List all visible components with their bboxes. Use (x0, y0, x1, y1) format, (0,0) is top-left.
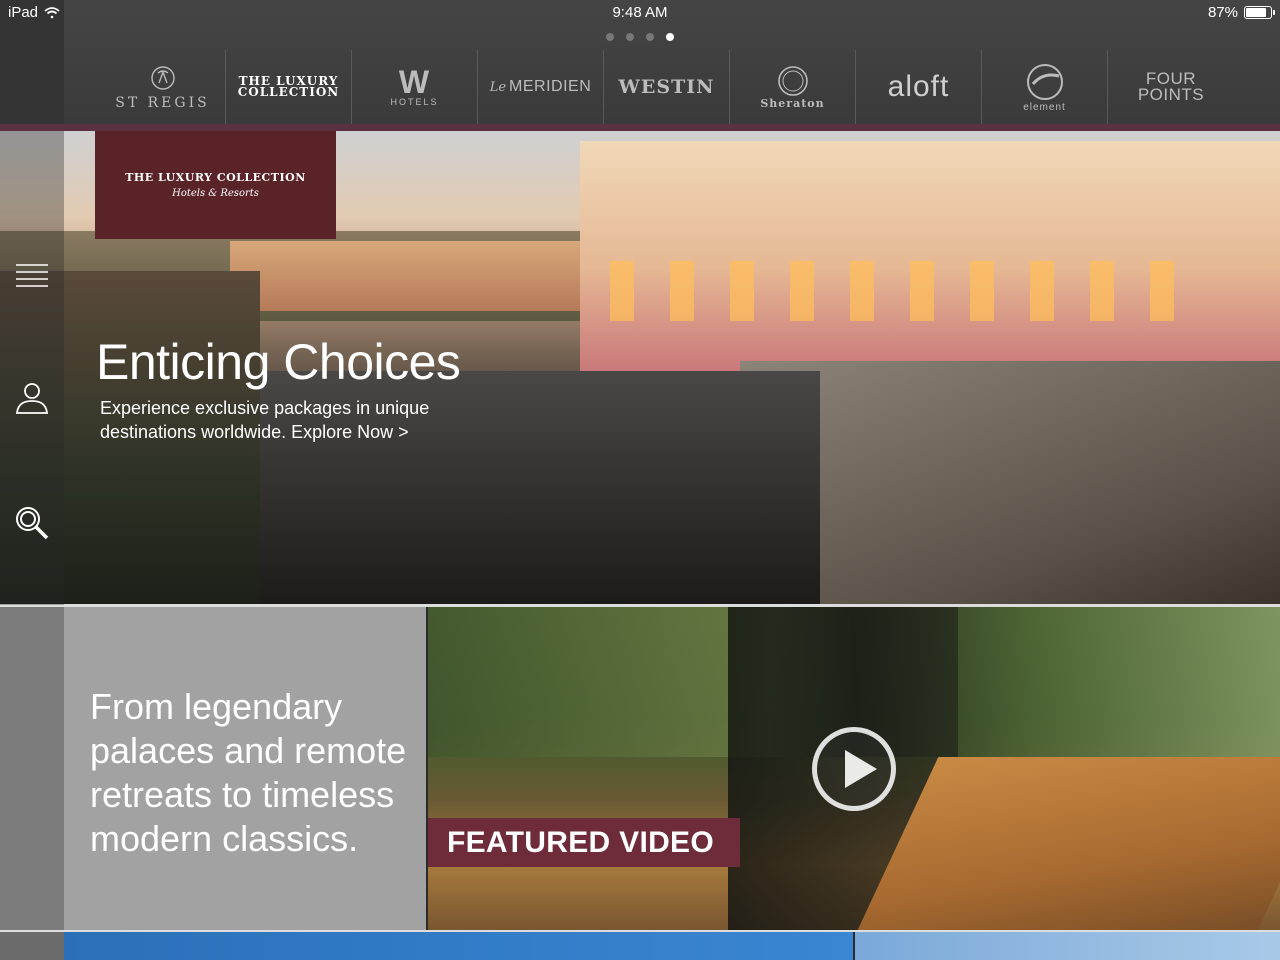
bottom-left-rail (0, 932, 64, 960)
brand-st-regis[interactable]: ST REGIS (100, 50, 226, 124)
hero-building-near (580, 141, 1280, 371)
sheraton-emblem-icon (777, 66, 808, 96)
luxury-collection-badge: THE LUXURY COLLECTION Hotels & Resorts (95, 131, 336, 239)
tagline-text: From legendary palaces and remote retrea… (90, 686, 407, 859)
brand-le-meridien[interactable]: Le MERIDIEN (478, 50, 604, 124)
profile-icon[interactable] (12, 379, 52, 419)
badge-subtitle: Hotels & Resorts (172, 188, 259, 199)
menu-icon[interactable] (12, 255, 52, 295)
brand-sheraton[interactable]: Sheraton (730, 50, 856, 124)
status-bar: iPad 9:48 AM 87% (0, 0, 1280, 26)
brand-list: ST REGIS THE LUXURY COLLECTION W HOTELS … (100, 50, 1234, 124)
brand-westin[interactable]: WESTIN (604, 50, 730, 124)
play-icon[interactable] (812, 727, 896, 811)
bottom-tile-right[interactable] (855, 932, 1280, 960)
st-regis-crest-icon (150, 66, 175, 90)
battery-percent: 87% (1207, 4, 1238, 21)
brand-w-hotels[interactable]: W HOTELS (352, 50, 478, 124)
search-icon[interactable] (12, 503, 52, 543)
left-rail (0, 131, 64, 605)
brand-four-points[interactable]: FOUR POINTS (1108, 50, 1234, 124)
page-indicator (0, 33, 1280, 41)
hero-lights (610, 261, 1210, 321)
page-dot[interactable] (626, 33, 634, 41)
element-logo-icon (1026, 63, 1063, 100)
badge-title: THE LUXURY COLLECTION (125, 171, 306, 184)
hero-building-far (230, 241, 590, 311)
brand-element[interactable]: element (982, 50, 1108, 124)
battery-icon (1244, 6, 1275, 19)
brand-bar-accent-line (0, 124, 1280, 131)
battery-fill (1246, 8, 1266, 17)
hero-title: Enticing Choices (96, 334, 461, 390)
lower-left-rail (0, 607, 64, 930)
hero-explore-link[interactable]: Experience exclusive packages in unique … (100, 396, 480, 444)
clock: 9:48 AM (612, 4, 668, 21)
featured-video-tile[interactable]: FEATURED VIDEO (428, 607, 1280, 930)
tagline-panel: From legendary palaces and remote retrea… (64, 607, 426, 930)
brand-aloft[interactable]: aloft (856, 50, 982, 124)
page-dot[interactable] (666, 33, 674, 41)
hero-walkway (740, 361, 1280, 605)
page-dot[interactable] (646, 33, 654, 41)
page-dot[interactable] (606, 33, 614, 41)
bottom-tile-left[interactable] (64, 932, 853, 960)
brand-luxury-collection[interactable]: THE LUXURY COLLECTION (226, 50, 352, 124)
featured-video-label: FEATURED VIDEO (428, 818, 740, 867)
play-triangle (845, 750, 877, 788)
